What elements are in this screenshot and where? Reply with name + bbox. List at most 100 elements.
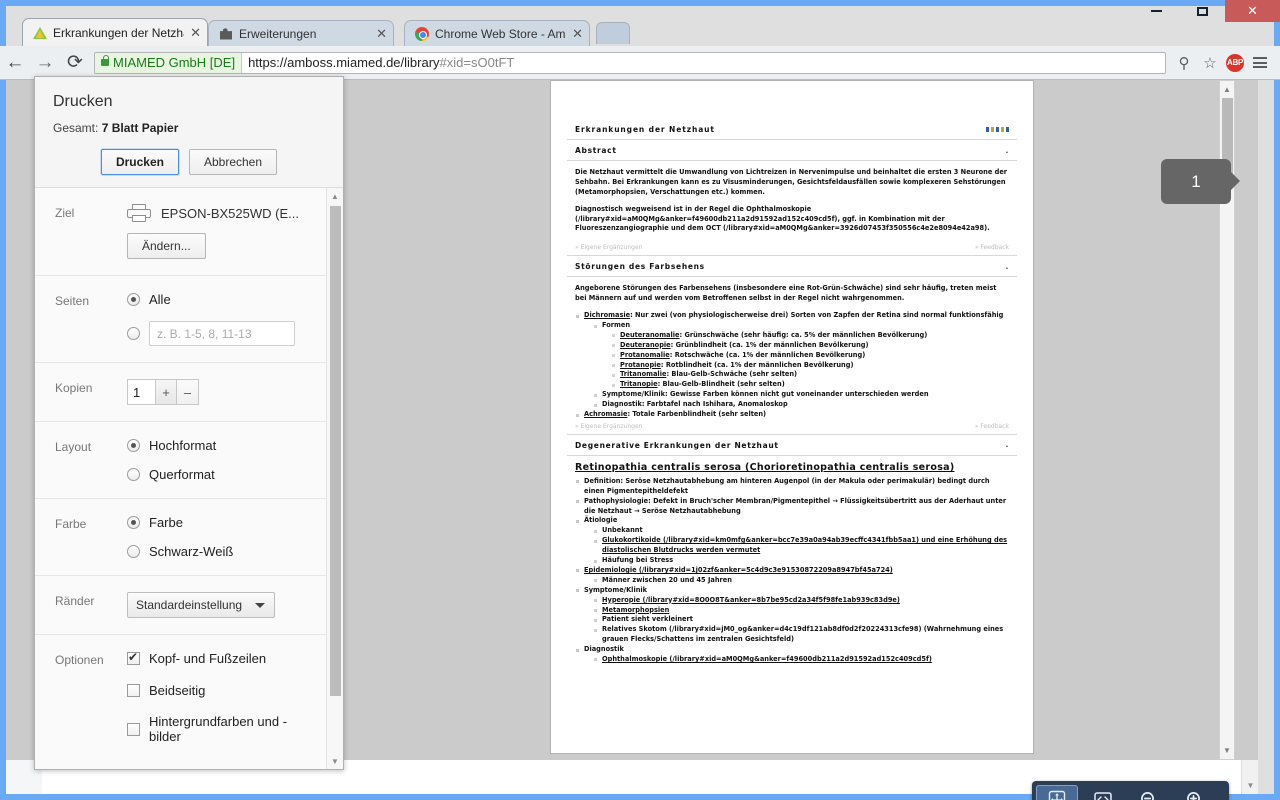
puzzle-icon <box>219 27 233 41</box>
star-icon[interactable]: ☆ <box>1200 53 1220 73</box>
margins-select[interactable]: Standardeinstellung <box>127 592 275 618</box>
list-item: Glukokortikoide (/library#xid=km0mfg&ank… <box>593 536 1009 556</box>
dialog-actions: Drucken Abbrechen <box>53 149 325 175</box>
zoom-out-tool[interactable] <box>1128 785 1170 800</box>
blackwhite-option[interactable]: Schwarz-Weiß <box>127 544 312 559</box>
copies-input[interactable]: 1 <box>127 379 155 405</box>
section-bar-farbsehen: Störungen des Farbsehens . <box>567 256 1017 278</box>
scroll-down-icon[interactable]: ▼ <box>327 753 343 769</box>
option-headers-footers[interactable]: Kopf- und Fußzeilen <box>127 650 312 666</box>
hamburger-menu-icon[interactable] <box>1250 53 1270 73</box>
scroll-up-icon[interactable]: ▲ <box>327 188 343 204</box>
layout-landscape-label: Querformat <box>149 467 215 482</box>
item-label: Symptome/Klinik <box>584 585 648 594</box>
list-item: Pathophysiologie: Defekt in Bruch'scher … <box>575 497 1009 517</box>
close-icon[interactable]: ✕ <box>376 27 387 40</box>
dialog-title: Drucken <box>53 93 113 110</box>
degenerative-body: Definition: Seröse Netzhautabhebung am h… <box>567 477 1017 665</box>
header-dots-icon <box>986 127 1009 132</box>
maximize-button[interactable] <box>1179 0 1225 22</box>
fit-to-page-tool[interactable] <box>1036 785 1078 800</box>
adblock-plus-icon[interactable]: ABP <box>1226 53 1244 72</box>
print-button[interactable]: Drucken <box>100 149 179 175</box>
setting-row-color: Farbe Farbe Schwarz-Weiß <box>35 499 326 576</box>
copies-stepper: 1 + – <box>127 379 312 405</box>
pages-label: Seiten <box>55 294 90 308</box>
scroll-up-icon[interactable]: ▲ <box>1220 82 1234 97</box>
new-tab-button[interactable] <box>596 22 630 44</box>
forward-button[interactable]: → <box>30 48 60 78</box>
section-dot: . <box>1005 146 1009 155</box>
feedback-link[interactable]: » Feedback <box>975 423 1009 430</box>
list-item: Deuteranopie: Grünblindheit (ca. 1% der … <box>611 341 1009 351</box>
radio-color[interactable] <box>127 516 140 529</box>
zoom-in-icon[interactable]: ⚲ <box>1174 53 1194 73</box>
pages-all-label: Alle <box>149 292 171 307</box>
close-icon[interactable]: ✕ <box>572 27 583 40</box>
address-bar[interactable]: MIAMED GmbH [DE] https://amboss.miamed.d… <box>94 51 1166 74</box>
radio-portrait[interactable] <box>127 439 140 452</box>
tab-label: Erkrankungen der Netzhau <box>53 25 185 40</box>
list-item: Tritanopie: Blau-Gelb-Blindheit (sehr se… <box>611 380 1009 390</box>
list-item: Diagnostik: Farbtafel nach Ishihara, Ano… <box>593 400 1009 410</box>
pages-range-option[interactable]: z. B. 1-5, 8, 11-13 <box>127 321 312 346</box>
abstract-paragraph-1: Die Netzhaut vermittelt die Umwandlung v… <box>575 168 1008 196</box>
back-button[interactable]: ← <box>0 48 30 78</box>
scroll-thumb[interactable] <box>330 206 341 696</box>
document-render: Erkrankungen der Netzhaut Abstract . Die… <box>551 81 1033 753</box>
document-header: Erkrankungen der Netzhaut <box>567 125 1017 140</box>
checkbox-backgrounds[interactable] <box>127 723 140 737</box>
pages-all-option[interactable]: Alle <box>127 292 312 307</box>
radio-pages-all[interactable] <box>127 293 140 306</box>
window-controls: ✕ <box>1133 0 1280 22</box>
radio-pages-range[interactable] <box>127 327 140 340</box>
checkbox-headers-footers[interactable] <box>127 650 140 665</box>
tab-label: Chrome Web Store - Amb <box>435 26 567 41</box>
term-text: : Blau-Gelb-Schwäche (sehr selten) <box>666 370 798 379</box>
list-item: Hyperopie (/library#xid=8O0O8T&anker=8b7… <box>593 596 1009 606</box>
preview-toolbar <box>1032 781 1229 800</box>
dialog-scrollbar[interactable]: ▲ ▼ <box>326 188 343 769</box>
farbsehen-intro: Angeborene Störungen des Farbensehens (i… <box>575 284 997 303</box>
close-window-button[interactable]: ✕ <box>1225 0 1280 22</box>
close-icon[interactable]: ✕ <box>190 26 201 39</box>
list-item: Relatives Skotom (/library#xid=jM0_og&an… <box>593 625 1009 645</box>
minimize-button[interactable] <box>1133 0 1179 22</box>
print-preview-area: Erkrankungen der Netzhaut Abstract . Die… <box>540 80 1241 760</box>
layout-portrait-option[interactable]: Hochformat <box>127 438 312 453</box>
cancel-button[interactable]: Abbrechen <box>188 149 278 175</box>
radio-blackwhite[interactable] <box>127 545 140 558</box>
color-option-label: Farbe <box>149 515 183 530</box>
tab-erweiterungen[interactable]: Erweiterungen ✕ <box>208 20 394 46</box>
url-base: https://amboss.miamed.de/library <box>248 55 440 70</box>
tab-erkrankungen-der-netzhaut[interactable]: Erkrankungen der Netzhau ✕ <box>22 18 208 46</box>
radio-landscape[interactable] <box>127 468 140 481</box>
browser-toolbar: ← → ⟳ MIAMED GmbH [DE] https://amboss.mi… <box>0 46 1280 80</box>
feedback-link[interactable]: » Feedback <box>975 244 1009 251</box>
copies-decrement-button[interactable]: – <box>177 379 199 405</box>
copies-increment-button[interactable]: + <box>155 379 177 405</box>
scroll-down-icon[interactable]: ▼ <box>1220 743 1234 758</box>
layout-landscape-option[interactable]: Querformat <box>127 467 312 482</box>
site-security-badge[interactable]: MIAMED GmbH [DE] <box>95 52 243 73</box>
option-backgrounds[interactable]: Hintergrundfarben und -bilder <box>127 714 312 745</box>
term-achromasie: Achromasie <box>584 410 628 419</box>
list-item: Protanomalie: Rotschwäche (ca. 1% der mä… <box>611 351 1009 361</box>
list-item: Häufung bei Stress <box>593 556 1009 566</box>
eigene-ergaenzungen-link[interactable]: » Eigene Ergänzungen <box>575 423 642 430</box>
margins-value: Standardeinstellung <box>136 598 243 612</box>
symptome-list: Hyperopie (/library#xid=8O0O8T&anker=8b7… <box>584 596 1009 645</box>
checkbox-duplex[interactable] <box>127 684 140 697</box>
pages-range-input[interactable]: z. B. 1-5, 8, 11-13 <box>149 321 295 346</box>
color-option[interactable]: Farbe <box>127 515 312 530</box>
tab-chrome-web-store[interactable]: Chrome Web Store - Amb ✕ <box>404 20 590 46</box>
scroll-down-icon[interactable]: ▼ <box>1242 777 1258 794</box>
eigene-ergaenzungen-link[interactable]: » Eigene Ergänzungen <box>575 244 642 251</box>
toolbar-icons: ⚲ ☆ ABP <box>1174 53 1280 73</box>
fit-to-width-tool[interactable] <box>1082 785 1124 800</box>
zoom-in-tool[interactable] <box>1174 785 1216 800</box>
abstract-body: Die Netzhaut vermittelt die Umwandlung v… <box>567 161 1017 234</box>
change-destination-button[interactable]: Ändern... <box>127 233 206 259</box>
reload-button[interactable]: ⟳ <box>60 48 90 78</box>
option-duplex[interactable]: Beidseitig <box>127 683 312 698</box>
